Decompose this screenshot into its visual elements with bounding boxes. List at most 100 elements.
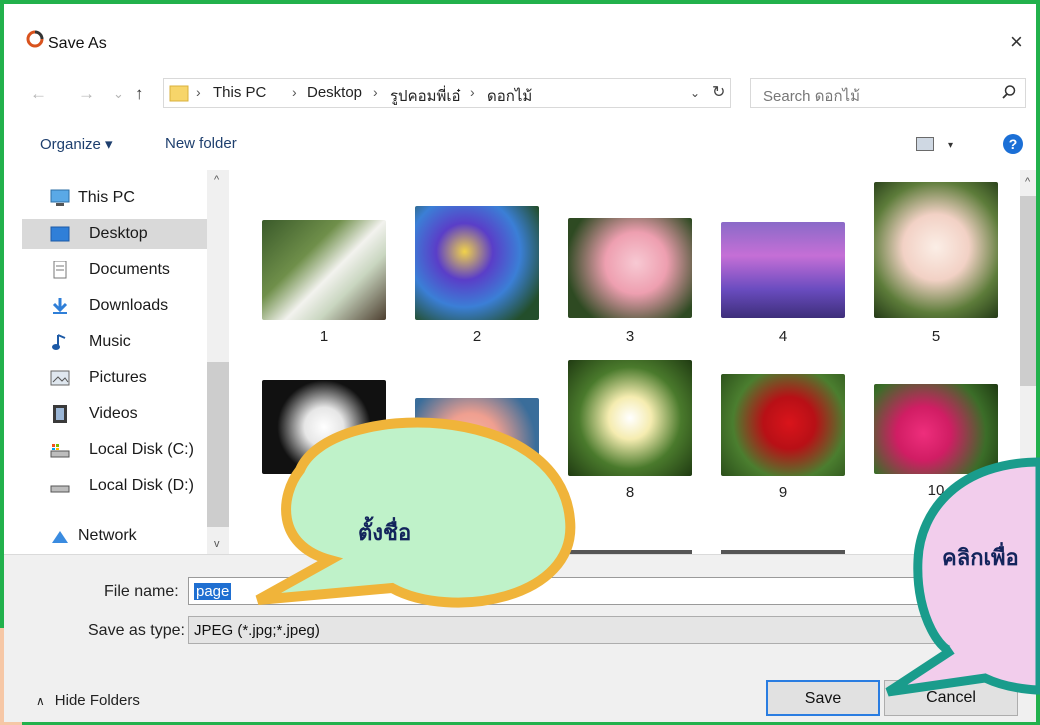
window-title: Save As bbox=[48, 35, 107, 52]
chevron-up-icon: ∧ bbox=[36, 694, 45, 708]
save-as-type-value: JPEG (*.jpg;*.jpeg) bbox=[194, 622, 320, 639]
sidebar-item-label: Videos bbox=[89, 405, 138, 422]
sidebar-item-documents[interactable]: Documents bbox=[22, 255, 207, 285]
breadcrumb-desktop[interactable]: Desktop bbox=[307, 84, 362, 101]
sidebar-item-label: Documents bbox=[89, 261, 170, 278]
sidebar-item-label: Desktop bbox=[89, 225, 148, 242]
file-name-input[interactable] bbox=[188, 577, 1016, 605]
file-name: 10 bbox=[927, 482, 945, 499]
sidebar-item-this-pc[interactable]: This PC bbox=[22, 183, 207, 213]
sidebar-item-music[interactable]: Music bbox=[22, 327, 207, 357]
file-thumbnail bbox=[568, 360, 692, 476]
file-item[interactable] bbox=[415, 398, 539, 478]
file-name-value[interactable]: page bbox=[194, 583, 232, 600]
sidebar-item-label: Local Disk (C:) bbox=[89, 441, 194, 458]
folder-icon bbox=[169, 85, 189, 102]
sidebar-item-desktop[interactable]: Desktop bbox=[22, 219, 207, 249]
file-thumbnail bbox=[262, 220, 386, 320]
hide-folders-label: Hide Folders bbox=[54, 692, 140, 709]
downloads-icon bbox=[52, 298, 68, 314]
navigation-pane: This PC Desktop Documents Downloads Musi… bbox=[22, 170, 230, 554]
sidebar-item-pictures[interactable]: Pictures bbox=[22, 363, 207, 393]
file-name: 2 bbox=[472, 328, 482, 345]
breadcrumb-folder-pictures[interactable]: รูปคอมพี่เอ๋ bbox=[390, 84, 461, 108]
forward-button[interactable]: → bbox=[78, 84, 95, 104]
disk-c-icon bbox=[50, 444, 70, 458]
breadcrumb-separator: › bbox=[470, 84, 475, 100]
address-dropdown-button[interactable]: ⌄ bbox=[690, 86, 700, 100]
file-item[interactable]: 2 bbox=[415, 206, 539, 345]
music-icon bbox=[52, 334, 66, 350]
up-button[interactable]: ↑ bbox=[135, 84, 144, 104]
file-thumbnail bbox=[415, 206, 539, 320]
view-options-icon[interactable] bbox=[916, 137, 934, 151]
file-thumbnail bbox=[874, 182, 998, 318]
file-thumbnail bbox=[568, 218, 692, 318]
sidebar-item-local-disk-c[interactable]: Local Disk (C:) bbox=[22, 435, 207, 465]
callout-label-name-it: ตั้งชื่อ bbox=[358, 521, 412, 546]
network-icon bbox=[52, 531, 68, 543]
sidebar-item-local-disk-d[interactable]: Local Disk (D:) bbox=[22, 471, 207, 501]
refresh-button[interactable]: ↻ bbox=[712, 82, 725, 102]
sidebar-item-label: Music bbox=[89, 333, 131, 350]
file-item[interactable]: 5 bbox=[874, 182, 998, 345]
hide-folders-button[interactable]: ∧ Hide Folders bbox=[36, 692, 140, 709]
file-view-scrollbar-thumb[interactable] bbox=[1020, 196, 1036, 386]
new-folder-button[interactable]: New folder bbox=[165, 135, 237, 152]
search-placeholder: Search ดอกไม้ bbox=[763, 88, 860, 105]
file-name: 1 bbox=[319, 328, 329, 345]
pictures-icon bbox=[50, 370, 70, 386]
file-item[interactable]: 8 bbox=[568, 360, 692, 501]
sidebar-item-network[interactable]: Network bbox=[22, 521, 207, 551]
cancel-button[interactable]: Cancel bbox=[884, 680, 1018, 716]
file-name: 5 bbox=[931, 328, 941, 345]
file-view: 1 2 3 4 5 8 9 10 bbox=[232, 170, 1020, 554]
file-item[interactable]: 9 bbox=[721, 374, 845, 501]
close-button[interactable]: × bbox=[1010, 31, 1023, 53]
help-button[interactable]: ? bbox=[1003, 134, 1023, 154]
recent-locations-button[interactable]: ⌄ bbox=[113, 86, 124, 102]
sidebar-item-downloads[interactable]: Downloads bbox=[22, 291, 207, 321]
file-thumbnail bbox=[721, 222, 845, 318]
file-item[interactable]: 1 bbox=[262, 220, 386, 345]
file-item[interactable]: 10 bbox=[874, 384, 998, 499]
file-name: 4 bbox=[778, 328, 788, 345]
disk-d-icon bbox=[50, 485, 70, 493]
sidebar-item-label: Local Disk (D:) bbox=[89, 477, 194, 494]
back-button[interactable]: ← bbox=[30, 84, 47, 104]
breadcrumb-this-pc[interactable]: This PC bbox=[213, 84, 266, 101]
file-thumbnail bbox=[262, 380, 386, 474]
videos-icon bbox=[53, 405, 67, 423]
file-name: 8 bbox=[625, 484, 635, 501]
save-as-type-label: Save as type: bbox=[88, 622, 185, 639]
organize-menu[interactable]: Organize ▾ bbox=[40, 135, 113, 153]
sidebar-item-videos[interactable]: Videos bbox=[22, 399, 207, 429]
save-button[interactable]: Save bbox=[766, 680, 880, 716]
callout-label-click-to: คลิกเพื่อ bbox=[942, 546, 1019, 571]
file-item[interactable]: 4 bbox=[721, 222, 845, 345]
file-thumbnail bbox=[874, 384, 998, 474]
file-name: 9 bbox=[778, 484, 788, 501]
breadcrumb-separator: › bbox=[373, 84, 378, 100]
breadcrumb-separator: › bbox=[196, 84, 201, 100]
sidebar-item-label: Network bbox=[78, 527, 137, 544]
sidebar-scrollbar-thumb[interactable] bbox=[207, 362, 229, 527]
breadcrumb-separator: › bbox=[292, 84, 297, 100]
file-item[interactable] bbox=[262, 380, 386, 474]
computer-icon bbox=[50, 189, 70, 206]
desktop-icon bbox=[50, 226, 70, 242]
sidebar-item-label: This PC bbox=[78, 189, 135, 206]
view-dropdown-button[interactable]: ▾ bbox=[948, 140, 953, 151]
file-name: 3 bbox=[625, 328, 635, 345]
breadcrumb-folder-flowers[interactable]: ดอกไม้ bbox=[487, 84, 532, 108]
sidebar-item-label: Pictures bbox=[89, 369, 147, 386]
search-icon[interactable] bbox=[1001, 84, 1017, 100]
file-item[interactable]: 3 bbox=[568, 218, 692, 345]
sidebar-scroll-down-icon[interactable]: v bbox=[214, 538, 220, 550]
file-view-scroll-up-icon[interactable]: ^ bbox=[1025, 176, 1030, 188]
sidebar-item-label: Downloads bbox=[89, 297, 169, 314]
file-thumbnail bbox=[415, 398, 539, 478]
documents-icon bbox=[53, 261, 67, 279]
sidebar-scroll-up-icon[interactable]: ^ bbox=[214, 174, 219, 186]
file-name-label: File name: bbox=[104, 583, 179, 600]
